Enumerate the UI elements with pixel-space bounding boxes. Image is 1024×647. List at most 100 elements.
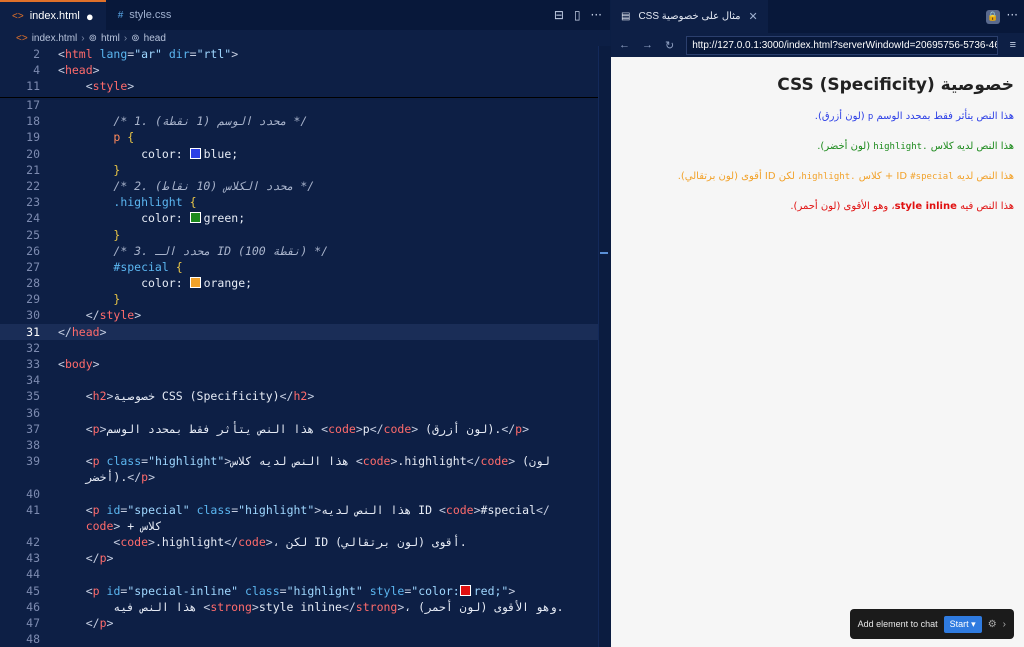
url-input[interactable]: http://127.0.0.1:3000/index.html?serverW… bbox=[686, 35, 998, 55]
forward-icon[interactable]: → bbox=[642, 39, 653, 51]
line-number: 27 bbox=[26, 259, 40, 274]
code-line[interactable]: 29 } bbox=[0, 291, 598, 307]
code-line[interactable]: 2 <html lang="ar" dir="rtl"> bbox=[0, 46, 598, 62]
code-line[interactable]: 37 <p>هذا النص يتأثر فقط بمحدد الوسم <co… bbox=[0, 421, 598, 437]
inline-code: .highlight bbox=[801, 172, 856, 182]
tag-name: code bbox=[445, 502, 474, 517]
tab-index-html[interactable]: <> index.html ● bbox=[0, 0, 106, 30]
color-swatch[interactable] bbox=[189, 277, 201, 289]
menu-icon[interactable]: ≡ bbox=[1010, 39, 1016, 51]
code-line[interactable]: 45 <p id="special-inline" class="highlig… bbox=[0, 583, 598, 599]
code-line[interactable]: 23 .highlight { bbox=[0, 194, 598, 210]
text-content: p bbox=[362, 421, 370, 436]
code-line-current[interactable]: 31 </head> bbox=[0, 323, 598, 340]
punct: > bbox=[411, 421, 419, 436]
reload-icon[interactable]: ↻ bbox=[665, 39, 674, 52]
split-editor-icon[interactable]: ▯ bbox=[574, 8, 581, 22]
code-line[interactable]: 48 bbox=[0, 631, 598, 647]
code-line[interactable]: 22 /* 2. محدد الكلاس (10 نقاط) */ bbox=[0, 178, 598, 194]
attr-value: "highlight" bbox=[286, 583, 363, 598]
browser-tab[interactable]: ▤ CSS مثال على خصوصية ✕ bbox=[611, 0, 768, 33]
code-editor[interactable]: <> index.html ● # style.css ⊟ ▯ ··· <> i… bbox=[0, 0, 611, 647]
code-line[interactable]: 18 /* 1. محدد الوسم (1 نقطة) */ bbox=[0, 113, 598, 129]
code-line[interactable]: 20 color: blue; bbox=[0, 146, 598, 162]
punct: </ bbox=[535, 502, 550, 517]
code-line[interactable]: 43 </p> bbox=[0, 550, 598, 566]
punct: < bbox=[85, 502, 93, 517]
code-line[interactable]: 17 bbox=[0, 97, 598, 113]
code-line[interactable]: 21 } bbox=[0, 162, 598, 178]
page-title: خصوصية CSS (Specificity) bbox=[777, 75, 1014, 95]
line-number: 23 bbox=[26, 195, 40, 210]
code-line[interactable]: 44 bbox=[0, 566, 598, 582]
start-button[interactable]: Start ▾ bbox=[943, 615, 982, 633]
code-line[interactable]: 30 </style> bbox=[0, 307, 598, 323]
color-swatch[interactable] bbox=[189, 147, 201, 159]
editor-scrollbar[interactable] bbox=[598, 46, 611, 647]
code-area[interactable]: 17 18 /* 1. محدد الوسم (1 نقطة) */ 19 p … bbox=[0, 97, 598, 647]
preview-browser: ▤ CSS مثال على خصوصية ✕ 🔒 ··· ← → ↻ http… bbox=[611, 0, 1024, 647]
open-preview-icon[interactable]: ⊟ bbox=[554, 8, 564, 22]
code-line-wrap[interactable]: code> + كلاس bbox=[0, 518, 598, 534]
tab-label: index.html bbox=[29, 10, 80, 22]
brace: { bbox=[189, 195, 197, 210]
modified-dot-icon[interactable]: ● bbox=[86, 9, 94, 24]
code-line[interactable]: 25 } bbox=[0, 227, 598, 243]
color-swatch[interactable] bbox=[189, 212, 201, 224]
attr-name: dir bbox=[168, 47, 190, 61]
browser-tab-title: CSS مثال على خصوصية bbox=[638, 11, 741, 22]
css-comment: /* 3. محدد الـ ID (100 نقطة) */ bbox=[113, 243, 329, 258]
code-line[interactable]: 26 /* 3. محدد الـ ID (100 نقطة) */ bbox=[0, 243, 598, 259]
code-line[interactable]: 32 bbox=[0, 340, 598, 356]
code-line[interactable]: 41 <p id="special" class="highlight">هذا… bbox=[0, 502, 598, 518]
breadcrumb-file[interactable]: index.html bbox=[32, 33, 78, 44]
code-line[interactable]: 39 <p class="highlight">هذا النص لديه كل… bbox=[0, 453, 598, 469]
back-icon[interactable]: ← bbox=[619, 39, 630, 51]
code-line[interactable]: 36 bbox=[0, 405, 598, 421]
breadcrumb-html[interactable]: html bbox=[101, 33, 120, 44]
scrollbar-marker bbox=[600, 252, 608, 254]
code-line[interactable]: 35 <h2>خصوصية CSS (Specificity)</h2> bbox=[0, 388, 598, 404]
lock-icon[interactable]: 🔒 bbox=[986, 10, 1000, 24]
code-line[interactable]: 42 <code>.highlight</code>، لكن ID أقوى … bbox=[0, 534, 598, 550]
code-line[interactable]: 11 <style> bbox=[0, 78, 598, 94]
attr-value: red;" bbox=[473, 583, 509, 598]
gear-icon[interactable]: ⚙ bbox=[988, 619, 997, 630]
color-swatch[interactable] bbox=[459, 584, 471, 596]
punct: </ bbox=[224, 535, 239, 550]
close-icon[interactable]: ✕ bbox=[749, 10, 758, 23]
inline-code: p bbox=[867, 112, 874, 122]
more-actions-icon[interactable]: ··· bbox=[1007, 8, 1018, 22]
css-value: green; bbox=[203, 211, 246, 226]
text-content: + كلاس bbox=[127, 518, 162, 533]
tag-name: body bbox=[64, 357, 93, 371]
breadcrumb-head[interactable]: head bbox=[144, 33, 166, 44]
code-line[interactable]: 4 <head> bbox=[0, 62, 598, 78]
attr-name: id bbox=[106, 583, 121, 598]
code-line[interactable]: 33 <body> bbox=[0, 356, 598, 372]
css-property: color: bbox=[141, 146, 183, 161]
code-line[interactable]: 34 bbox=[0, 372, 598, 388]
line-number: 42 bbox=[26, 535, 40, 550]
code-line[interactable]: 46 هذا النص فيه <strong>style inline</st… bbox=[0, 599, 598, 615]
code-line[interactable]: 19 p { bbox=[0, 129, 598, 145]
punct: > bbox=[251, 599, 259, 614]
code-line[interactable]: 28 color: orange; bbox=[0, 275, 598, 291]
line-number: 33 bbox=[26, 357, 40, 371]
code-line[interactable]: 40 bbox=[0, 486, 598, 502]
code-line-wrap[interactable]: أخضر).</p> bbox=[0, 469, 598, 485]
chevron-right-icon[interactable]: › bbox=[1003, 619, 1006, 630]
code-line[interactable]: 38 bbox=[0, 437, 598, 453]
html-file-icon: <> bbox=[12, 10, 24, 22]
tag-name: code bbox=[362, 454, 391, 469]
tag-name: code bbox=[383, 421, 412, 436]
code-line[interactable]: 24 color: green; bbox=[0, 210, 598, 226]
more-actions-icon[interactable]: ··· bbox=[591, 8, 602, 22]
tag-name: p bbox=[92, 583, 100, 598]
tag-name: h2 bbox=[293, 389, 308, 404]
code-line[interactable]: 27 #special { bbox=[0, 259, 598, 275]
code-line[interactable]: 47 </p> bbox=[0, 615, 598, 631]
tab-style-css[interactable]: # style.css bbox=[106, 0, 184, 30]
chevron-down-icon[interactable]: ▾ bbox=[971, 619, 976, 629]
start-label: Start bbox=[949, 618, 969, 629]
